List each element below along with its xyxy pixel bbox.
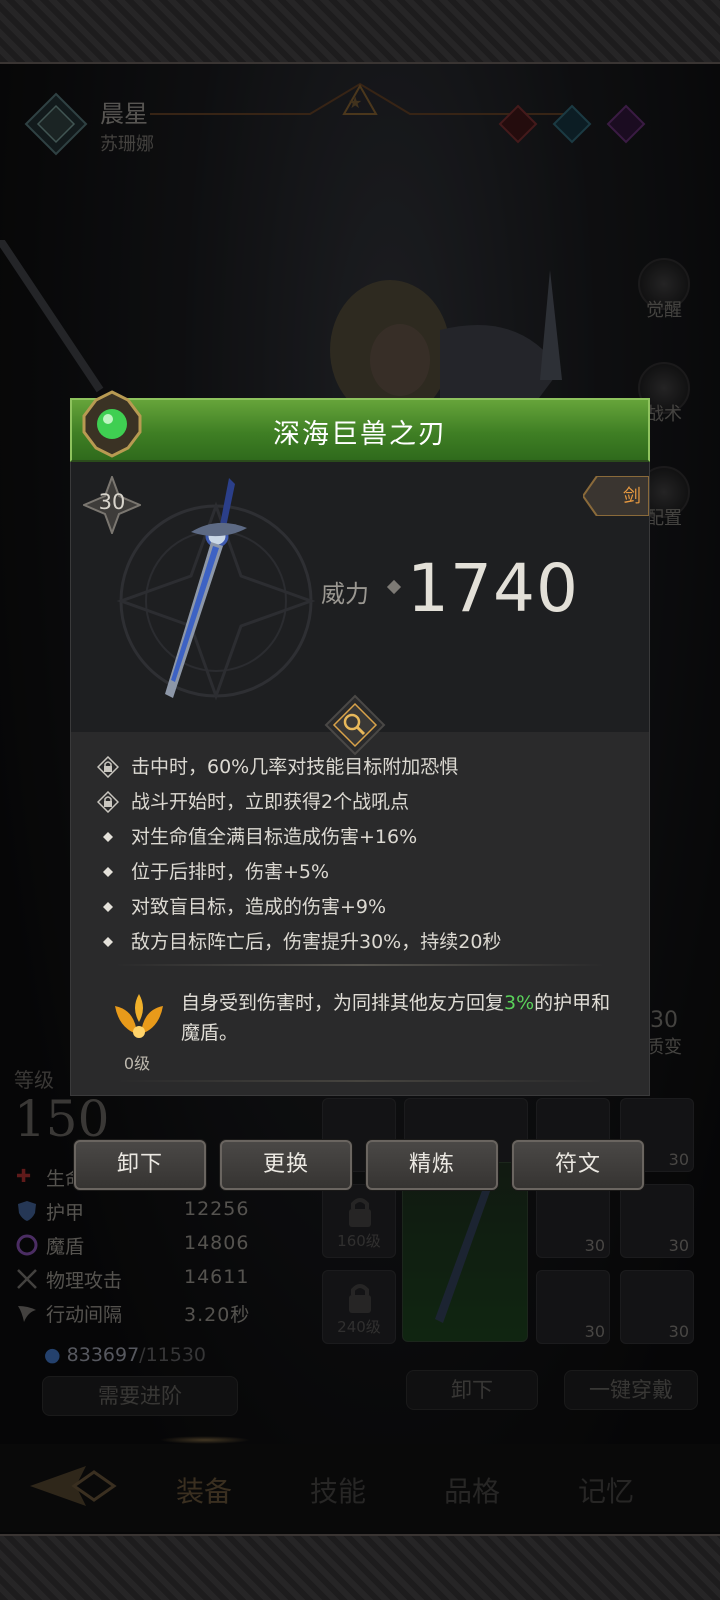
passive-skill-icon — [115, 994, 163, 1038]
effect-text: 对致盲目标，造成的伤害+9% — [131, 896, 387, 918]
magnifier-icon[interactable] — [324, 694, 386, 756]
divider — [115, 1080, 605, 1082]
lock-icon — [97, 791, 119, 813]
diamond-bullet-icon — [103, 937, 113, 947]
weapon-type: 剑 — [623, 486, 641, 507]
bottom-frame — [0, 1534, 720, 1600]
unequip-button[interactable]: 卸下 — [74, 1140, 206, 1190]
item-detail-popup: 深海巨兽之刃 30 剑 威力 1740 击中时，60%几率对技能目标附加恐惧 战… — [70, 390, 650, 1096]
diamond-bullet-icon — [103, 902, 113, 912]
lock-icon — [97, 756, 119, 778]
passive-level: 0级 — [123, 1054, 151, 1073]
effect-text: 战斗开始时，立即获得2个战吼点 — [131, 791, 410, 813]
popup-header: 深海巨兽之刃 — [70, 398, 650, 462]
top-frame — [0, 0, 720, 64]
item-effects-panel: 击中时，60%几率对技能目标附加恐惧 战斗开始时，立即获得2个战吼点 对生命值全… — [70, 732, 650, 1096]
effect-text: 击中时，60%几率对技能目标附加恐惧 — [131, 756, 459, 778]
passive-description: 自身受到伤害时，为同排其他友方回复3%的护甲和魔盾。 — [181, 988, 621, 1048]
item-level: 30 — [98, 490, 126, 514]
replace-button[interactable]: 更换 — [220, 1140, 352, 1190]
rune-button[interactable]: 符文 — [512, 1140, 644, 1190]
diamond-bullet-icon — [103, 867, 113, 877]
passive-highlight: 3% — [504, 992, 535, 1014]
item-preview-panel: 30 剑 威力 1740 — [70, 462, 650, 732]
passive-text-before: 自身受到伤害时，为同排其他友方回复 — [181, 992, 505, 1014]
power-label: 威力 — [321, 580, 369, 608]
effect-text: 对生命值全满目标造成伤害+16% — [131, 826, 418, 848]
refine-button[interactable]: 精炼 — [366, 1140, 498, 1190]
divider — [115, 964, 605, 966]
sword-icon — [165, 478, 247, 698]
effect-text: 敌方目标阵亡后，伤害提升30%，持续20秒 — [131, 931, 502, 953]
effect-text: 位于后排时，伤害+5% — [131, 861, 330, 883]
power-divider-dot — [386, 579, 402, 595]
rarity-gem-icon — [82, 390, 142, 458]
power-value: 1740 — [407, 550, 579, 627]
item-title: 深海巨兽之刃 — [273, 419, 447, 450]
diamond-bullet-icon — [103, 832, 113, 842]
